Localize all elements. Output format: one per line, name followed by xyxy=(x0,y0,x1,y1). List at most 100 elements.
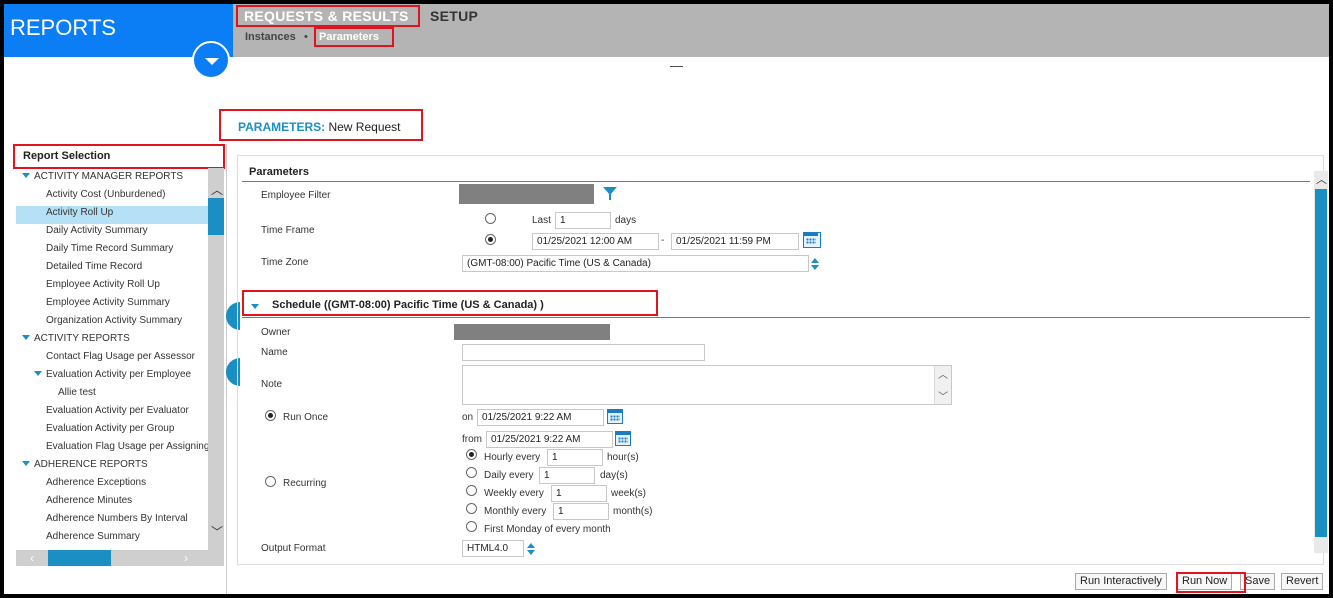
tree-item[interactable]: Employee Activity Roll Up xyxy=(16,278,208,296)
chevron-left-icon[interactable]: ‹ xyxy=(30,551,34,565)
tree-item[interactable]: Allie test xyxy=(16,386,208,404)
save-button[interactable]: Save xyxy=(1240,573,1276,590)
dropdown-spinner-icon[interactable] xyxy=(811,258,819,270)
run-once-radio[interactable] xyxy=(265,410,276,421)
tree-item-label: Adherence Minutes xyxy=(46,495,133,506)
scrollbar-thumb[interactable] xyxy=(208,198,224,235)
note-scrollbar[interactable]: ︿ ﹀ xyxy=(934,366,951,404)
tree-item-label: Evaluation Activity per Evaluator xyxy=(46,405,189,416)
weekly-input[interactable]: 1 xyxy=(551,485,607,502)
parameters-scrollbar[interactable]: ︿ xyxy=(1314,171,1328,553)
name-input[interactable] xyxy=(462,344,705,361)
collapse-header-button[interactable] xyxy=(192,41,230,79)
app-title: REPORTS xyxy=(10,15,116,40)
tree-item[interactable]: Adherence Minutes xyxy=(16,494,208,512)
chevron-up-icon[interactable]: ︿ xyxy=(211,181,223,198)
tab-setup[interactable]: SETUP xyxy=(430,8,478,24)
recurring-radio[interactable] xyxy=(265,476,276,487)
output-format-label: Output Format xyxy=(261,543,326,554)
report-tree-vertical-scrollbar[interactable]: ︿ ﹀ xyxy=(208,168,224,550)
tree-group[interactable]: ACTIVITY REPORTS xyxy=(16,332,208,350)
owner-value xyxy=(454,324,610,340)
report-tree-horizontal-scrollbar[interactable]: ‹ › xyxy=(16,550,224,566)
caret-down-icon[interactable] xyxy=(22,173,30,178)
start-datetime-input[interactable]: 01/25/2021 12:00 AM xyxy=(532,233,659,250)
tree-item[interactable]: Evaluation Flag Usage per Assigning xyxy=(16,440,208,458)
dropdown-spinner-icon[interactable] xyxy=(527,543,535,555)
schedule-toggle[interactable] xyxy=(251,301,263,313)
tree-item-label: ACTIVITY REPORTS xyxy=(34,333,130,344)
tree-item[interactable]: Activity Roll Up xyxy=(16,206,208,224)
chevron-down-icon[interactable]: ﹀ xyxy=(938,388,948,403)
chevron-up-icon[interactable]: ︿ xyxy=(938,366,948,381)
tree-item[interactable]: Detailed Time Record xyxy=(16,260,208,278)
on-label: on xyxy=(462,412,474,423)
tree-item[interactable]: Employee Activity Summary xyxy=(16,296,208,314)
tree-item[interactable]: Daily Time Record Summary xyxy=(16,242,208,260)
weekly-radio[interactable] xyxy=(466,485,477,496)
tree-group[interactable]: Evaluation Activity per Employee xyxy=(16,368,208,386)
time-zone-select[interactable]: (GMT-08:00) Pacific Time (US & Canada) xyxy=(462,255,809,272)
caret-down-icon[interactable] xyxy=(34,371,42,376)
monthly-radio[interactable] xyxy=(466,503,477,514)
tree-item[interactable]: Adherence Summary xyxy=(16,530,208,548)
employee-filter-field[interactable] xyxy=(459,184,594,204)
output-format-select[interactable]: HTML4.0 xyxy=(462,540,524,557)
first-monday-radio[interactable] xyxy=(466,521,477,532)
run-interactively-button[interactable]: Run Interactively xyxy=(1075,573,1167,590)
subnav-parameters[interactable]: Parameters xyxy=(319,31,379,43)
tree-item[interactable]: Contact Flag Usage per Assessor xyxy=(16,350,208,368)
hourly-radio[interactable] xyxy=(466,449,477,460)
parameters-panel xyxy=(237,155,1324,565)
last-days-input[interactable]: 1 xyxy=(555,212,611,229)
report-selection-heading: Report Selection xyxy=(23,150,111,162)
scrollbar-thumb[interactable] xyxy=(1315,189,1327,537)
note-textarea[interactable] xyxy=(462,365,952,405)
calendar-icon[interactable] xyxy=(607,409,623,424)
tab-requests-results[interactable]: REQUESTS & RESULTS xyxy=(244,8,409,24)
filter-icon[interactable] xyxy=(601,187,617,201)
monthly-input[interactable]: 1 xyxy=(553,503,609,520)
tree-item[interactable]: Daily Activity Summary xyxy=(16,224,208,242)
tree-group[interactable]: ACTIVITY MANAGER REPORTS xyxy=(16,170,208,188)
tree-item[interactable]: Adherence Exceptions xyxy=(16,476,208,494)
last-label: Last xyxy=(532,215,551,226)
tree-item-label: Daily Time Record Summary xyxy=(46,243,174,254)
run-once-datetime-input[interactable]: 01/25/2021 9:22 AM xyxy=(477,409,604,426)
tree-item-label: ADHERENCE REPORTS xyxy=(34,459,148,470)
note-label: Note xyxy=(261,379,283,390)
owner-label: Owner xyxy=(261,327,291,338)
tree-item-label: Daily Activity Summary xyxy=(46,225,148,236)
end-datetime-input[interactable]: 01/25/2021 11:59 PM xyxy=(671,233,799,250)
tree-item[interactable]: Organization Activity Summary xyxy=(16,314,208,332)
caret-down-icon[interactable] xyxy=(22,461,30,466)
calendar-icon[interactable] xyxy=(803,232,821,248)
revert-button[interactable]: Revert xyxy=(1281,573,1324,590)
tree-item-label: Organization Activity Summary xyxy=(46,315,183,326)
scrollbar-thumb[interactable] xyxy=(48,550,111,566)
caret-down-icon[interactable] xyxy=(22,335,30,340)
calendar-icon[interactable] xyxy=(615,431,631,446)
chevron-down-icon[interactable]: ﹀ xyxy=(211,523,223,540)
tree-item[interactable]: Activity Cost (Unburdened) xyxy=(16,188,208,206)
chevron-up-icon[interactable]: ︿ xyxy=(1316,171,1327,187)
subnav-separator: • xyxy=(304,31,308,43)
time-frame-last-radio[interactable] xyxy=(485,213,496,224)
tree-group[interactable]: ADHERENCE REPORTS xyxy=(16,458,208,476)
recurring-from-input[interactable]: 01/25/2021 9:22 AM xyxy=(486,431,613,448)
daily-input[interactable]: 1 xyxy=(539,467,595,484)
caret-down-icon[interactable] xyxy=(251,304,259,309)
run-now-button[interactable]: Run Now xyxy=(1177,573,1233,590)
top-navigation: REQUESTS & RESULTS SETUP Instances • Par… xyxy=(233,4,1329,57)
tree-item[interactable]: Evaluation Activity per Evaluator xyxy=(16,404,208,422)
subnav-instances[interactable]: Instances xyxy=(245,31,296,43)
hourly-input[interactable]: 1 xyxy=(547,449,603,466)
time-frame-range-radio[interactable] xyxy=(485,234,496,245)
hourly-unit: hour(s) xyxy=(607,452,639,463)
tree-item[interactable]: Adherence Numbers By Interval xyxy=(16,512,208,530)
tree-item-label: Detailed Time Record xyxy=(46,261,143,272)
tree-item-label: Activity Roll Up xyxy=(46,207,114,218)
chevron-right-icon[interactable]: › xyxy=(184,551,188,565)
daily-radio[interactable] xyxy=(466,467,477,478)
tree-item[interactable]: Evaluation Activity per Group xyxy=(16,422,208,440)
